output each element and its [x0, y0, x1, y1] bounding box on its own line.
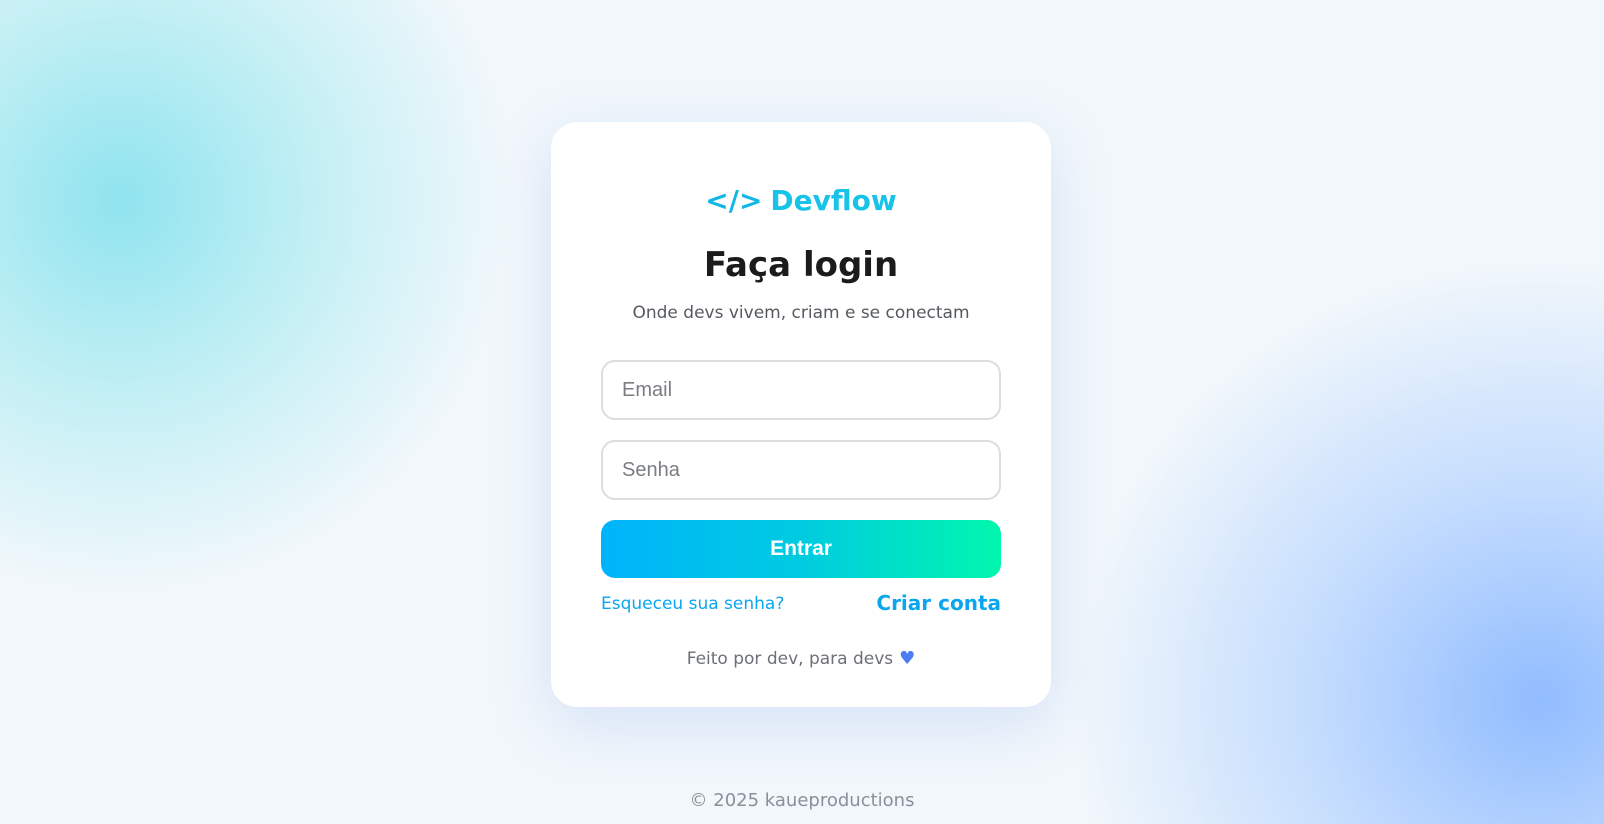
- footer-copyright: © 2025 kaueproductions: [689, 790, 915, 811]
- page-subtitle: Onde devs vivem, criam e se conectam: [632, 303, 970, 323]
- tagline: Feito por dev, para devs ♥: [551, 648, 1051, 670]
- password-field[interactable]: [601, 440, 1001, 500]
- blue-heart-icon: ♥: [899, 648, 916, 669]
- auth-links: Esqueceu sua senha? Criar conta: [601, 590, 1001, 620]
- create-account-link[interactable]: Criar conta: [876, 591, 1001, 615]
- code-brackets-icon: </>: [705, 184, 763, 217]
- brand-logo: </> Devflow: [551, 184, 1051, 218]
- tagline-text: Feito por dev, para devs: [686, 649, 894, 669]
- forgot-password-link[interactable]: Esqueceu sua senha?: [601, 594, 784, 614]
- login-button[interactable]: Entrar: [601, 520, 1001, 578]
- login-card: </> Devflow Faça login Onde devs vivem, c…: [551, 122, 1051, 707]
- email-field[interactable]: [601, 360, 1001, 420]
- brand-name: Devflow: [770, 184, 897, 217]
- page-title: Faça login: [703, 245, 899, 285]
